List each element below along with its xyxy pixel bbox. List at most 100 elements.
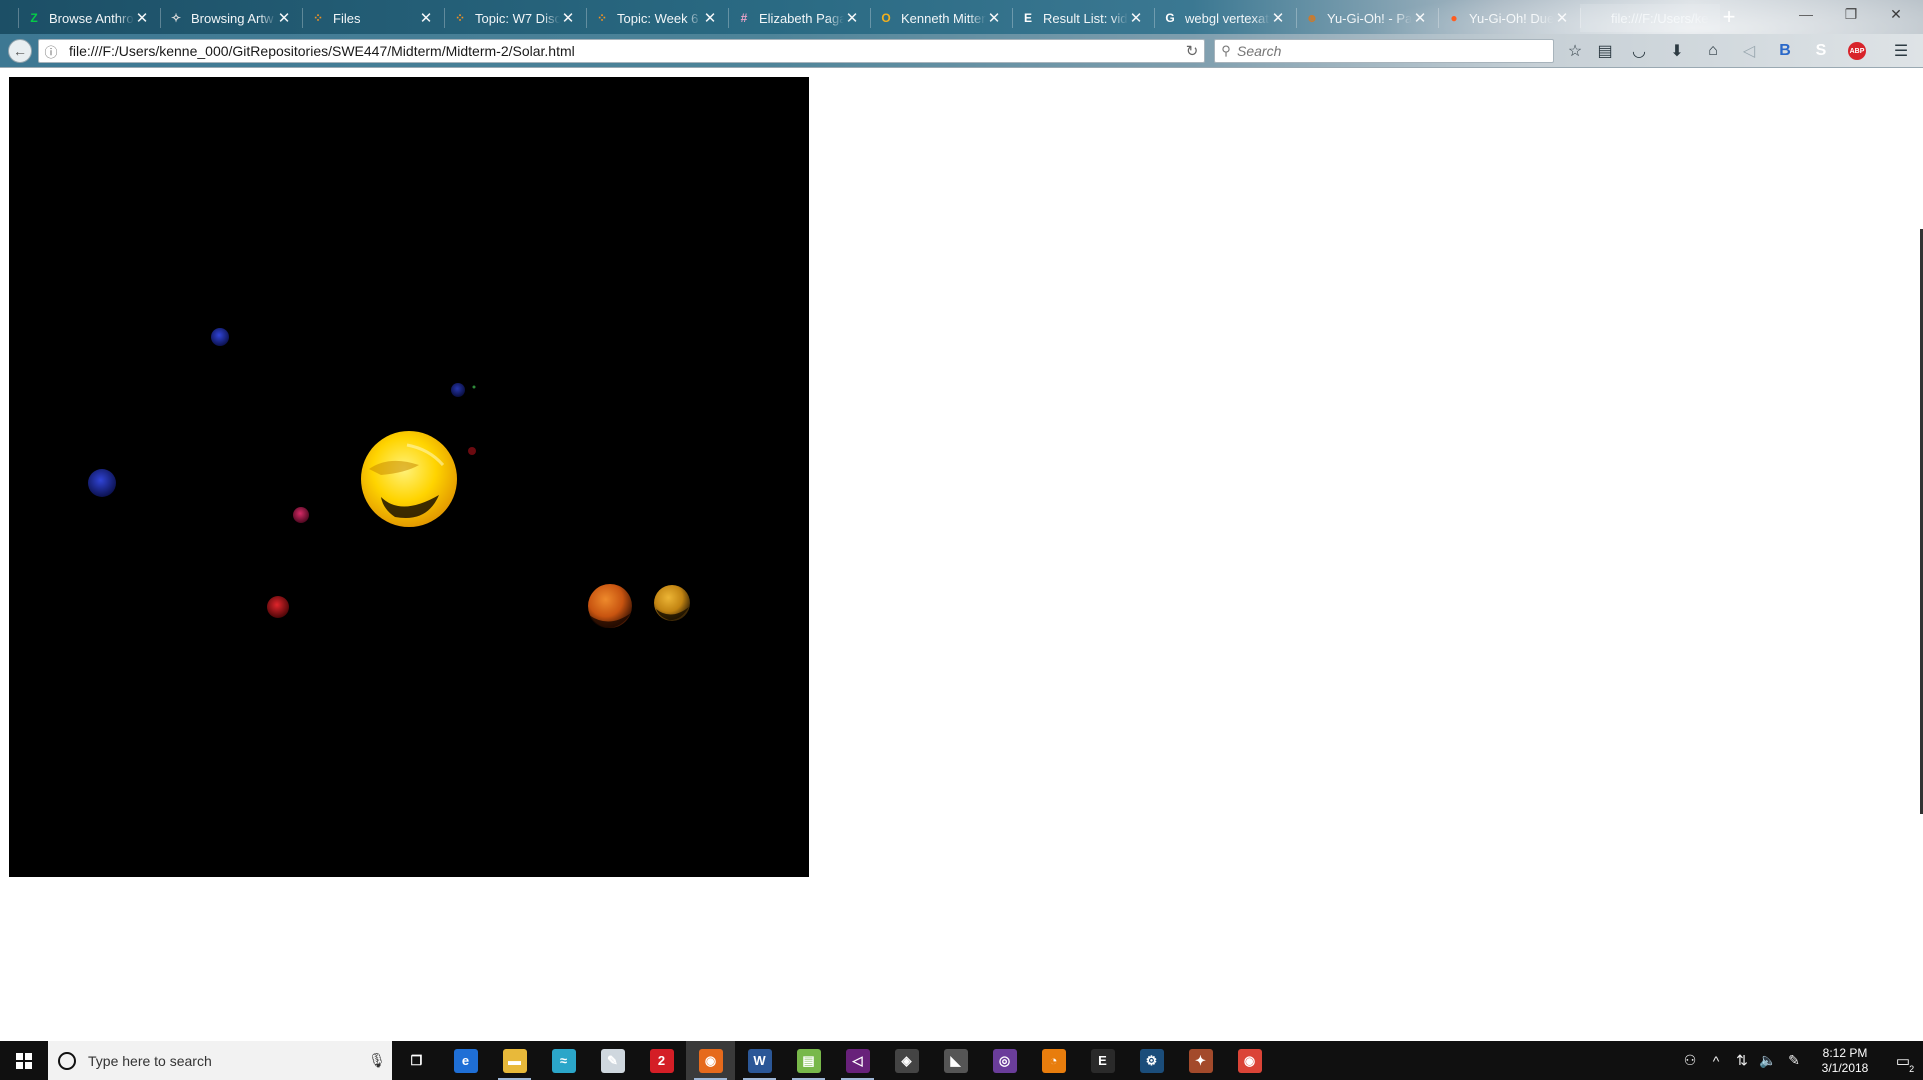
download-icon[interactable]: ⬇ xyxy=(1666,40,1688,62)
taskbar-search-box[interactable]: Type here to search 🎙 xyxy=(48,1041,392,1080)
outlook-icon: O xyxy=(881,11,891,25)
solar-system-canvas[interactable] xyxy=(9,77,809,877)
windows-logo-icon xyxy=(16,1052,32,1069)
taskbar-app[interactable]: ⚙ xyxy=(1127,1041,1176,1080)
share-icon[interactable]: ◁ xyxy=(1738,40,1760,62)
url-text[interactable]: file:///F:/Users/kenne_000/GitRepositori… xyxy=(63,43,1180,59)
pen-icon[interactable]: ✎ xyxy=(1781,1052,1807,1069)
taskbar-app[interactable]: ✎ xyxy=(588,1041,637,1080)
close-tab-icon[interactable]: ✕ xyxy=(1554,10,1570,27)
search-bar[interactable]: ⚲ xyxy=(1214,39,1554,63)
skype-icon[interactable]: S xyxy=(1810,40,1832,62)
browser-tab[interactable]: ⁘ Topic: W7 Disc ✕ xyxy=(444,4,584,32)
close-tab-icon[interactable]: ✕ xyxy=(276,10,292,27)
browser-tab[interactable]: ✧ Browsing Artw ✕ xyxy=(160,4,300,32)
browser-tab[interactable]: E Result List: vid ✕ xyxy=(1012,4,1152,32)
tab-title: Result List: vid xyxy=(1043,10,1128,26)
close-tab-icon[interactable]: ✕ xyxy=(1412,10,1428,27)
close-tab-icon[interactable]: ✕ xyxy=(418,10,434,27)
tab-title: Yu-Gi-Oh! Due xyxy=(1469,10,1554,26)
browser-tab[interactable]: Gwebgl vertexatt ✕ xyxy=(1154,4,1294,32)
blender-icon: ◔ xyxy=(1041,1048,1066,1073)
home-icon[interactable]: ⌂ xyxy=(1702,40,1724,62)
taskbar-app[interactable]: E xyxy=(1078,1041,1127,1080)
site-info-icon[interactable]: ⓘ xyxy=(39,42,63,61)
browser-tab[interactable]: ☻ Yu-Gi-Oh! - Pa ✕ xyxy=(1296,4,1436,32)
star-icon[interactable]: ☆ xyxy=(1564,40,1586,62)
search-input[interactable] xyxy=(1237,43,1553,59)
planet-gold xyxy=(654,585,690,621)
browser-tab[interactable]: file:///F:/Users/ke xyxy=(1580,4,1720,32)
system-tray: ⚇ ^ ⇅ 🔈 ✎ 8:12 PM 3/1/2018 ▭ 2 xyxy=(1677,1041,1923,1080)
chrome-icon: ◉ xyxy=(1237,1048,1262,1073)
volume-icon[interactable]: 🔈 xyxy=(1755,1052,1781,1069)
taskbar-app[interactable]: 2 xyxy=(637,1041,686,1080)
address-bar[interactable]: ⓘ file:///F:/Users/kenne_000/GitReposito… xyxy=(38,39,1205,63)
taskbar-app[interactable]: ✦ xyxy=(1176,1041,1225,1080)
extension-b-icon[interactable]: B xyxy=(1774,40,1796,62)
d2l-icon: ⁘ xyxy=(312,11,324,25)
close-tab-icon[interactable]: ✕ xyxy=(134,10,150,27)
maximize-button[interactable]: ❐ xyxy=(1831,0,1871,28)
planet-blue-upper xyxy=(211,328,229,346)
taskbar-app[interactable]: ◉ xyxy=(686,1041,735,1080)
cortana-icon xyxy=(58,1051,76,1070)
browser-tab[interactable]: Z Browse Anthro ✕ xyxy=(18,4,158,32)
dolphin-icon: ≈ xyxy=(551,1048,576,1073)
browser-tab[interactable]: ● Yu-Gi-Oh! Due ✕ xyxy=(1438,4,1578,32)
browser-tab[interactable]: # Elizabeth Pagan✕ xyxy=(728,4,868,32)
close-tab-icon[interactable]: ✕ xyxy=(844,10,860,27)
browser-tab[interactable]: O Kenneth Mitten ✕ xyxy=(870,4,1010,32)
taskbar-search-placeholder: Type here to search xyxy=(88,1052,212,1069)
browser-tab[interactable]: ⁘ Topic: Week 6 ✕ xyxy=(586,4,726,32)
tab-title: Yu-Gi-Oh! - Pa xyxy=(1327,10,1412,26)
google-icon: G xyxy=(1165,11,1175,25)
taskbar-app[interactable]: ▤ xyxy=(784,1041,833,1080)
taskbar-app[interactable]: ≈ xyxy=(539,1041,588,1080)
tab-title: Elizabeth Pagan xyxy=(759,10,844,26)
close-tab-icon[interactable]: ✕ xyxy=(986,10,1002,27)
unity-icon: ◈ xyxy=(894,1048,919,1073)
close-tab-icon[interactable]: ✕ xyxy=(702,10,718,27)
menu-icon[interactable]: ☰ xyxy=(1890,40,1912,62)
minimize-button[interactable]: — xyxy=(1786,0,1826,28)
taskbar-app[interactable]: e xyxy=(441,1041,490,1080)
planet-red xyxy=(267,596,289,618)
new-tab-button[interactable]: + xyxy=(1716,4,1742,30)
clip-studio-icon: ✎ xyxy=(600,1048,625,1073)
start-button[interactable] xyxy=(0,1041,48,1080)
taskbar-app[interactable]: W xyxy=(735,1041,784,1080)
taskbar-app[interactable]: ◎ xyxy=(980,1041,1029,1080)
pdf-app-icon: 2 xyxy=(649,1048,674,1073)
file-explorer-icon: ▬ xyxy=(502,1048,527,1073)
reload-icon[interactable]: ↻ xyxy=(1180,42,1204,60)
people-icon[interactable]: ⚇ xyxy=(1677,1052,1703,1069)
furaffinity-icon: ✧ xyxy=(170,11,182,25)
close-window-button[interactable]: ✕ xyxy=(1876,0,1916,28)
browser-tab[interactable]: ⁘ Files ✕ xyxy=(302,4,442,32)
firefox-icon: ◉ xyxy=(698,1048,723,1073)
pocket-icon[interactable]: ◡ xyxy=(1628,40,1650,62)
planet-dark-red xyxy=(468,447,476,455)
taskbar-app[interactable]: ❐ xyxy=(392,1041,441,1080)
clock[interactable]: 8:12 PM 3/1/2018 xyxy=(1807,1046,1883,1076)
taskbar-app[interactable]: ▬ xyxy=(490,1041,539,1080)
taskbar-app[interactable]: ◁ xyxy=(833,1041,882,1080)
taskbar-app[interactable]: ◉ xyxy=(1225,1041,1274,1080)
close-tab-icon[interactable]: ✕ xyxy=(1128,10,1144,27)
yugioh-icon: ☻ xyxy=(1305,11,1319,25)
adblock-icon[interactable]: ABP xyxy=(1846,40,1868,62)
close-tab-icon[interactable]: ✕ xyxy=(1270,10,1286,27)
taskbar-app[interactable]: ◣ xyxy=(931,1041,980,1080)
action-center-button[interactable]: ▭ 2 xyxy=(1883,1041,1923,1080)
taskbar-app[interactable]: ◔ xyxy=(1029,1041,1078,1080)
reading-list-icon[interactable]: ▤ xyxy=(1594,40,1616,62)
close-tab-icon[interactable]: ✕ xyxy=(560,10,576,27)
taskbar-app[interactable]: ◈ xyxy=(882,1041,931,1080)
chevron-up-icon[interactable]: ^ xyxy=(1703,1053,1729,1069)
tab-title: Topic: Week 6 xyxy=(617,10,699,26)
network-icon[interactable]: ⇅ xyxy=(1729,1052,1755,1069)
blank-favicon-icon xyxy=(1588,10,1604,26)
back-button[interactable]: ← xyxy=(8,39,32,63)
microphone-icon[interactable]: 🎙 xyxy=(362,1052,392,1069)
